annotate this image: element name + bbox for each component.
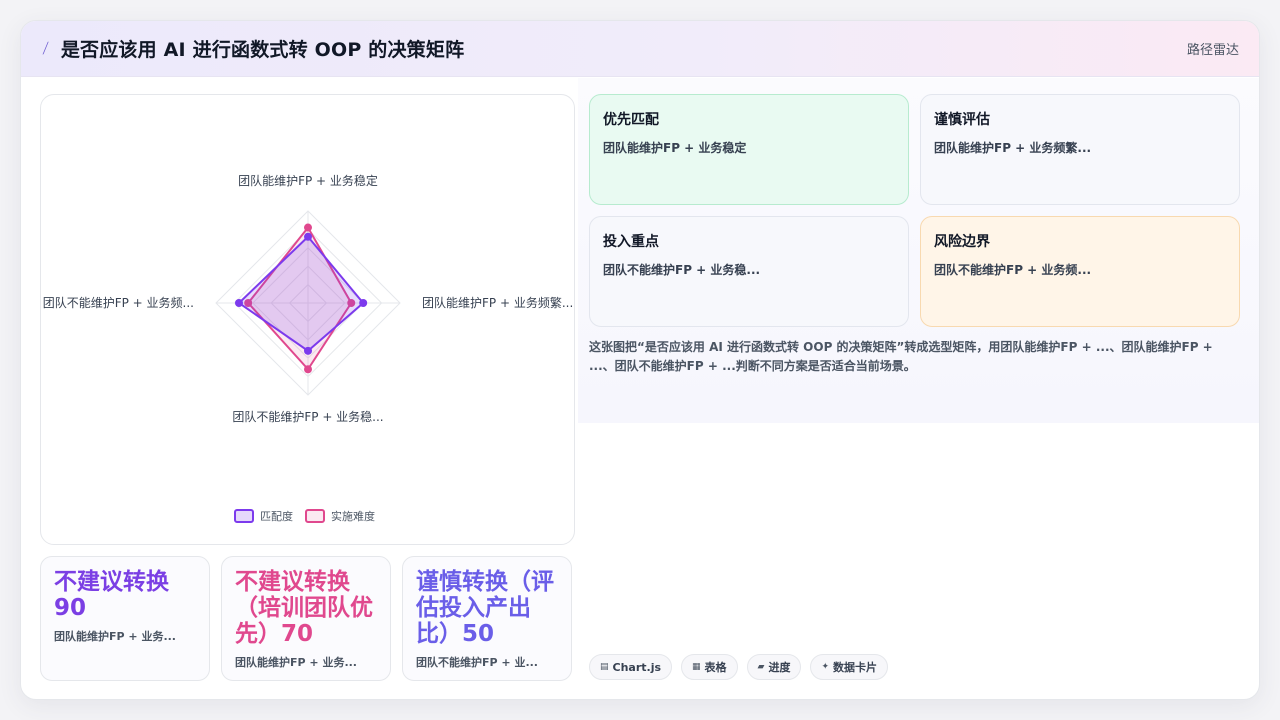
stat-value: 谨慎转换（评估投入产出比）50 (416, 569, 554, 647)
stat-card-1: 不建议转换90 团队能维护FP + 业务... (40, 556, 210, 681)
progress-icon: ▰ (757, 662, 765, 672)
quadrant-title: 风险边界 (934, 234, 990, 250)
stat-card-2: 不建议转换（培训团队优先）70 团队能维护FP + 业务... (221, 556, 391, 681)
summary-text: 这张图把“是否应该用 AI 进行函数式转 OOP 的决策矩阵”转成选型矩阵，用团… (589, 340, 1213, 373)
radar-axis-label: 团队不能维护FP + 业务频... (43, 295, 194, 310)
chip-chartjs[interactable]: ▤ Chart.js (589, 654, 673, 680)
chart-icon: ▤ (600, 662, 609, 672)
card-icon: ✦ (821, 662, 830, 672)
radar-chart: 团队能维护FP + 业务稳定团队能维护FP + 业务频繁... 团队不能维护FP … (43, 173, 573, 523)
quadrant-title: 投入重点 (603, 234, 659, 250)
quadrant-title: 谨慎评估 (934, 112, 990, 128)
quadrant-title: 优先匹配 (603, 112, 659, 128)
quadrant-desc: 团队能维护FP + 业务频繁... (934, 141, 1092, 155)
radar-chart-card: 团队能维护FP + 业务稳定团队能维护FP + 业务频繁... 团队不能维护FP … (40, 94, 575, 545)
radar-point (304, 365, 312, 374)
radar-axis-label: 团队不能维护FP + 业务稳... (232, 409, 383, 424)
legend-label: 实施难度 (331, 509, 375, 523)
radar-series-area (237, 235, 365, 353)
stat-value: 不建议转换（培训团队优先）70 (235, 569, 373, 647)
quadrant-desc: 团队不能维护FP + 业务稳... (603, 263, 761, 277)
quadrant-investment-focus[interactable]: 投入重点 团队不能维护FP + 业务稳... (589, 216, 909, 327)
quadrant-risk-boundary[interactable]: 风险边界 团队不能维护FP + 业务频... (920, 216, 1240, 327)
radar-point (304, 223, 312, 232)
chip-data-card[interactable]: ✦ 数据卡片 (810, 654, 889, 680)
chip-progress[interactable]: ▰ 进度 (746, 654, 802, 680)
chip-label: 数据卡片 (833, 661, 878, 674)
radar-axis-label: 团队能维护FP + 业务稳定 (238, 173, 378, 188)
stat-value: 不建议转换90 (54, 569, 169, 621)
stat-subtitle: 团队不能维护FP + 业... (416, 656, 538, 669)
legend-label: 匹配度 (260, 509, 293, 523)
chip-label: Chart.js (612, 660, 662, 674)
quadrant-desc: 团队不能维护FP + 业务频... (934, 263, 1092, 277)
radar-point (235, 299, 243, 307)
page-title: 是否应该用 AI 进行函数式转 OOP 的决策矩阵 (60, 39, 465, 61)
table-icon: ▦ (692, 662, 701, 672)
view-tag[interactable]: 路径雷达 (1187, 39, 1239, 58)
radar-axis-label: 团队能维护FP + 业务频繁... (422, 295, 573, 310)
stat-card-3: 谨慎转换（评估投入产出比）50 团队不能维护FP + 业... (402, 556, 572, 681)
quadrant-careful-evaluate[interactable]: 谨慎评估 团队能维护FP + 业务频繁... (920, 94, 1240, 205)
decision-matrix-panel: ⟋ 是否应该用 AI 进行函数式转 OOP 的决策矩阵 路径雷达 团队能维护FP… (20, 20, 1260, 700)
chip-label: 表格 (704, 661, 727, 674)
sparkle-icon: ⟋ (38, 39, 54, 58)
quadrant-desc: 团队能维护FP + 业务稳定 (603, 141, 747, 155)
tech-chips: ▤ Chart.js ▦ 表格 ▰ 进度 ✦ 数据卡片 (589, 654, 889, 680)
radar-point (304, 232, 312, 241)
radar-point (359, 299, 368, 307)
stat-subtitle: 团队能维护FP + 业务... (54, 630, 176, 643)
radar-point (304, 346, 312, 355)
legend-swatch (305, 509, 325, 523)
chip-table[interactable]: ▦ 表格 (681, 654, 738, 680)
stat-subtitle: 团队能维护FP + 业务... (235, 656, 357, 669)
chip-label: 进度 (768, 661, 791, 674)
quadrant-priority-match[interactable]: 优先匹配 团队能维护FP + 业务稳定 (589, 94, 909, 205)
header-bar: ⟋ 是否应该用 AI 进行函数式转 OOP 的决策矩阵 路径雷达 (21, 21, 1259, 77)
legend-swatch (234, 509, 254, 523)
